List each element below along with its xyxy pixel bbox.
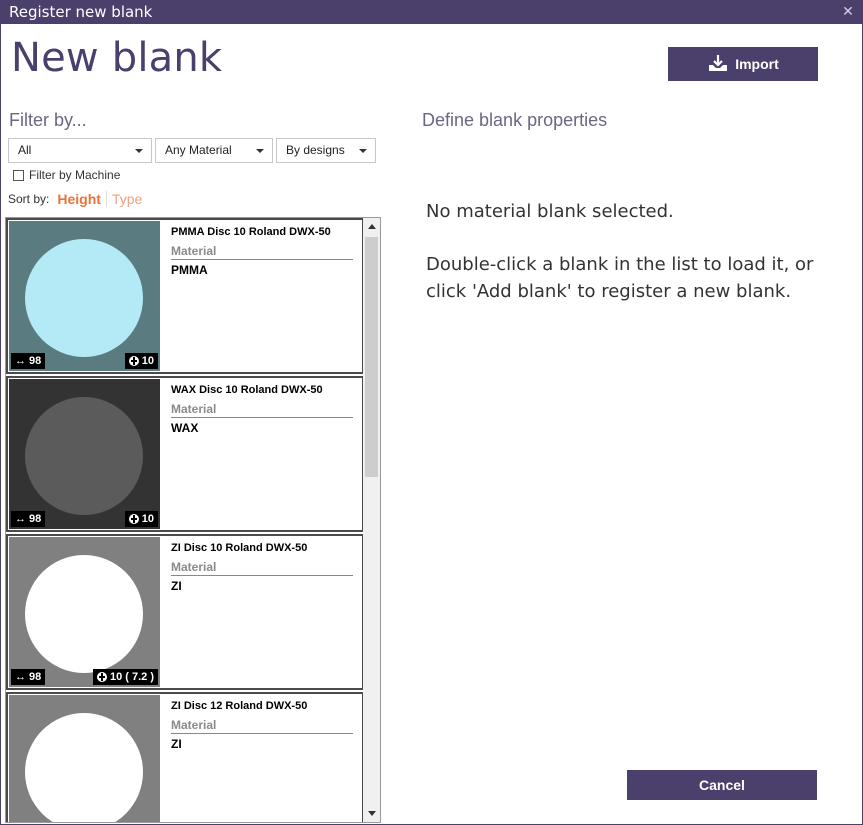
design-select-value: By designs xyxy=(286,143,345,157)
chevron-down-icon xyxy=(359,149,367,153)
diameter-badge: ↔ 98 xyxy=(11,669,46,685)
thickness-icon xyxy=(96,672,107,682)
disc-shape xyxy=(25,397,143,515)
blank-card[interactable]: ↔9812 ZI Disc 12 Roland DWX-50 Material ZI xyxy=(6,692,364,822)
window-title: Register new blank xyxy=(9,3,153,21)
scroll-down-icon[interactable] xyxy=(363,805,380,822)
hint-message: Double-click a blank in the list to load… xyxy=(426,254,814,302)
material-label: Material xyxy=(171,244,353,260)
sort-label: Sort by: xyxy=(8,192,50,206)
blank-list[interactable]: ↔9812ZI Disc 12 Roland DWX-50MaterialZI↔… xyxy=(5,217,381,823)
material-select-value: Any Material xyxy=(165,143,232,157)
machine-select-value: All xyxy=(18,143,32,157)
register-blank-dialog: Register new blank ✕ New blank Import Fi… xyxy=(0,0,863,825)
diameter-badge: ↔ 98 xyxy=(11,511,46,527)
chevron-down-icon xyxy=(256,149,264,153)
scroll-thumb[interactable] xyxy=(365,237,378,477)
sort-option-height[interactable]: Height xyxy=(57,191,101,207)
material-value: PMMA xyxy=(171,263,208,277)
diameter-icon: ↔ xyxy=(15,513,26,525)
no-selection-message: No material blank selected. xyxy=(426,201,674,222)
disc-shape xyxy=(25,713,143,822)
blank-thumbnail: ↔9812 xyxy=(9,695,160,822)
material-select[interactable]: Any Material xyxy=(155,138,273,163)
material-label: Material xyxy=(171,560,353,576)
blank-name: ZI Disc 10 Roland DWX-50 xyxy=(171,542,308,554)
blank-name: WAX Disc 10 Roland DWX-50 xyxy=(171,384,323,396)
design-select[interactable]: By designs xyxy=(276,138,376,163)
material-value: ZI xyxy=(171,737,182,751)
diameter-icon: ↔ xyxy=(15,355,26,367)
disc-shape xyxy=(25,239,143,357)
import-button[interactable]: Import xyxy=(668,47,818,81)
filter-heading: Filter by... xyxy=(9,110,87,130)
material-label: Material xyxy=(171,402,353,418)
diameter-value: 98 xyxy=(29,671,42,683)
blank-card[interactable]: ↔ 98 10 ( 7.2 ) ZI Disc 10 Roland DWX-50 Mat… xyxy=(6,534,364,690)
disc-shape xyxy=(25,555,143,673)
blank-name: ZI Disc 12 Roland DWX-50 xyxy=(171,700,308,712)
diameter-badge: ↔ 98 xyxy=(11,353,46,369)
material-value: WAX xyxy=(171,421,199,435)
chevron-down-icon xyxy=(135,149,143,153)
material-label: Material xyxy=(171,718,353,734)
list-scrollbar[interactable] xyxy=(363,218,380,822)
filter-by-machine-label: Filter by Machine xyxy=(29,168,121,182)
blank-thumbnail: ↔ 98 10 ( 7.2 ) xyxy=(9,537,160,687)
thickness-icon xyxy=(128,356,139,366)
import-icon xyxy=(709,55,728,71)
close-icon[interactable]: ✕ xyxy=(839,1,857,24)
cancel-button[interactable]: Cancel xyxy=(627,770,817,800)
height-value: 10 xyxy=(141,513,154,525)
blank-thumbnail: ↔ 98 10 xyxy=(9,221,160,371)
title-bar: Register new blank ✕ xyxy=(1,1,862,24)
define-heading: Define blank properties xyxy=(422,110,608,130)
diameter-value: 98 xyxy=(29,513,42,525)
height-value: 10 xyxy=(141,355,154,367)
filter-by-machine-checkbox[interactable]: Filter by Machine xyxy=(13,168,120,182)
blank-name: PMMA Disc 10 Roland DWX-50 xyxy=(171,226,331,238)
machine-select[interactable]: All xyxy=(8,138,152,163)
material-value: ZI xyxy=(171,579,182,593)
height-value: 10 ( 7.2 ) xyxy=(109,671,154,683)
sort-bar: Sort by: Height Type xyxy=(8,191,142,207)
height-badge: 10 xyxy=(124,511,158,527)
height-badge: 10 ( 7.2 ) xyxy=(92,669,158,685)
page-title: New blank xyxy=(11,35,223,81)
thickness-icon xyxy=(128,514,139,524)
scroll-up-icon[interactable] xyxy=(363,218,380,235)
checkbox-box[interactable] xyxy=(13,169,24,181)
diameter-value: 98 xyxy=(29,355,42,367)
blank-card[interactable]: ↔ 98 10 WAX Disc 10 Roland DWX-50 Material WA… xyxy=(6,376,364,532)
blank-card[interactable]: ↔ 98 10 PMMA Disc 10 Roland DWX-50 Material P… xyxy=(6,218,364,374)
diameter-icon: ↔ xyxy=(15,671,26,683)
sort-option-type[interactable]: Type xyxy=(105,191,142,207)
height-badge: 10 xyxy=(124,353,158,369)
blank-thumbnail: ↔ 98 10 xyxy=(9,379,160,529)
import-button-label: Import xyxy=(735,56,779,72)
